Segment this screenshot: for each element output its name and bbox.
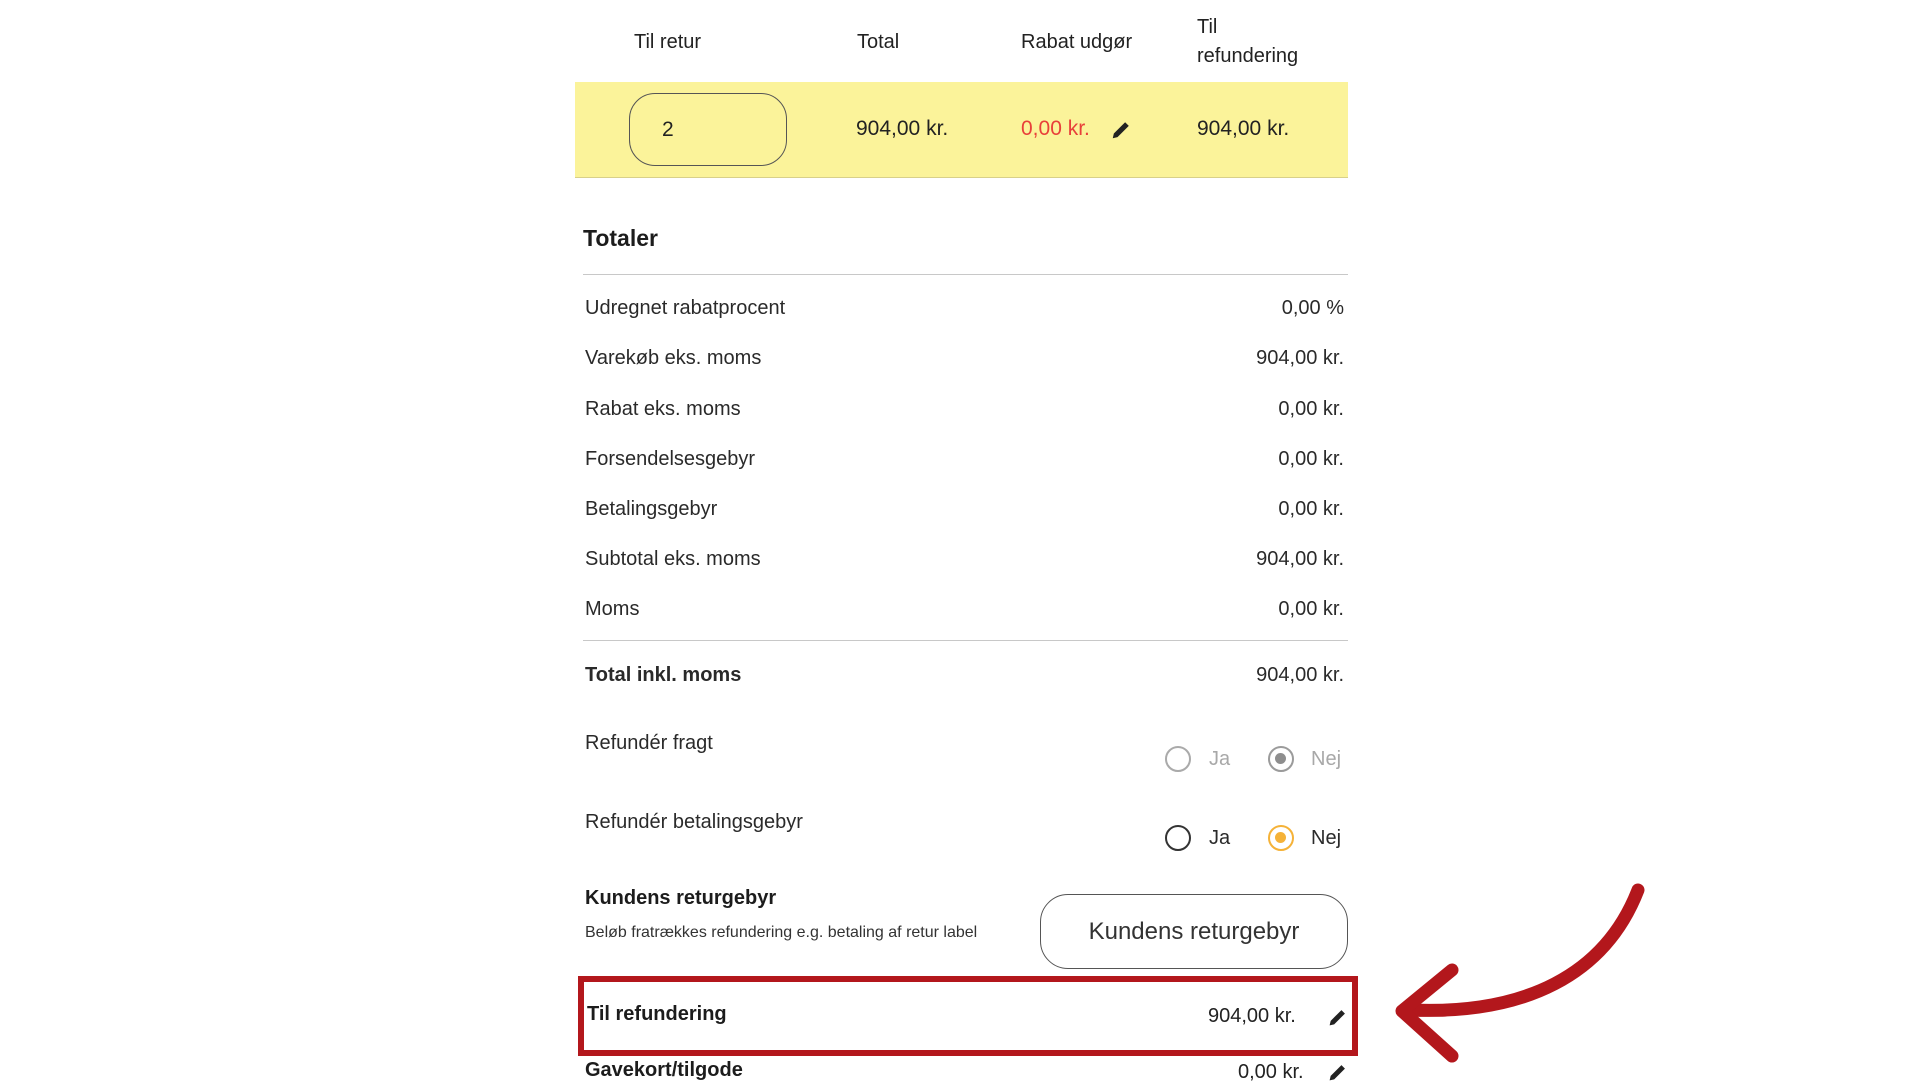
- totals-divider-top: [583, 274, 1348, 275]
- refund-betalingsgebyr-yes-label: Ja: [1209, 827, 1231, 849]
- header-til-refundering-line1: Til: [1197, 16, 1218, 38]
- header-rabat-udgor: Rabat udgør: [1021, 31, 1133, 53]
- customer-fee-help: Beløb fratrækkes refundering e.g. betali…: [585, 924, 978, 941]
- totals-row: Betalingsgebyr 0,00 kr.: [585, 494, 1344, 524]
- return-quantity-input[interactable]: [629, 93, 787, 166]
- grand-total-label: Total inkl. moms: [585, 663, 742, 686]
- header-til-refundering: Til refundering: [1197, 13, 1298, 71]
- giftcard-label: Gavekort/tilgode: [585, 1059, 743, 1081]
- refund-fragt-yes-label: Ja: [1209, 748, 1231, 770]
- totals-row: Udregnet rabatprocent 0,00 %: [585, 293, 1344, 323]
- grand-total-row: Total inkl. moms 904,00 kr.: [585, 660, 1344, 690]
- refund-betalingsgebyr-no-label: Nej: [1311, 827, 1342, 849]
- customer-fee-title: Kundens returgebyr: [585, 887, 777, 909]
- totals-row-value: 0,00 kr.: [1278, 497, 1344, 520]
- totals-row-label: Udregnet rabatprocent: [585, 296, 786, 319]
- refund-fragt-no-label: Nej: [1311, 748, 1342, 770]
- totals-row-label: Varekøb eks. moms: [585, 346, 762, 369]
- totals-row-value: 0,00 kr.: [1278, 447, 1344, 470]
- totals-row-value: 0,00 kr.: [1278, 397, 1344, 420]
- totals-title: Totaler: [583, 225, 658, 251]
- customer-fee-button[interactable]: Kundens returgebyr: [1040, 894, 1348, 969]
- refund-value: 904,00 kr.: [1208, 1005, 1296, 1027]
- grand-total-value: 904,00 kr.: [1256, 663, 1344, 686]
- refund-betalingsgebyr-yes-radio[interactable]: [1165, 825, 1191, 851]
- refund-fragt-label: Refundér fragt: [585, 732, 713, 754]
- totals-row-value: 904,00 kr.: [1256, 547, 1344, 570]
- totals-row: Rabat eks. moms 0,00 kr.: [585, 394, 1344, 424]
- totals-row-label: Subtotal eks. moms: [585, 547, 761, 570]
- annotation-arrow-icon: [1395, 883, 1645, 1063]
- refund-betalingsgebyr-no-radio[interactable]: [1268, 825, 1294, 851]
- refund-fragt-yes-radio[interactable]: [1165, 746, 1191, 772]
- totals-row: Forsendelsesgebyr 0,00 kr.: [585, 444, 1344, 474]
- header-til-retur: Til retur: [634, 31, 702, 53]
- refund-betalingsgebyr-label: Refundér betalingsgebyr: [585, 811, 803, 833]
- giftcard-value: 0,00 kr.: [1238, 1061, 1304, 1083]
- row-total: 904,00 kr.: [856, 117, 949, 140]
- totals-row: Moms 0,00 kr.: [585, 594, 1344, 624]
- row-rabat: 0,00 kr.: [1021, 117, 1090, 140]
- totals-row-value: 0,00 kr.: [1278, 597, 1344, 620]
- totals-row-label: Betalingsgebyr: [585, 497, 718, 520]
- totals-row-value: 904,00 kr.: [1256, 346, 1344, 369]
- pencil-icon[interactable]: [1327, 1007, 1348, 1033]
- totals-row: Subtotal eks. moms 904,00 kr.: [585, 544, 1344, 574]
- refund-fragt-no-radio[interactable]: [1268, 746, 1294, 772]
- totals-row-value: 0,00 %: [1281, 296, 1344, 319]
- pencil-icon[interactable]: [1327, 1062, 1348, 1088]
- row-til-refundering: 904,00 kr.: [1197, 117, 1290, 140]
- pencil-icon[interactable]: [1110, 119, 1132, 146]
- header-total: Total: [857, 31, 900, 53]
- totals-divider-bottom: [583, 640, 1348, 641]
- header-til-refundering-line2: refundering: [1197, 45, 1299, 67]
- refund-label: Til refundering: [587, 1003, 727, 1025]
- totals-row-label: Rabat eks. moms: [585, 397, 741, 420]
- totals-row: Varekøb eks. moms 904,00 kr.: [585, 343, 1344, 373]
- totals-row-label: Moms: [585, 597, 640, 620]
- totals-row-label: Forsendelsesgebyr: [585, 447, 756, 470]
